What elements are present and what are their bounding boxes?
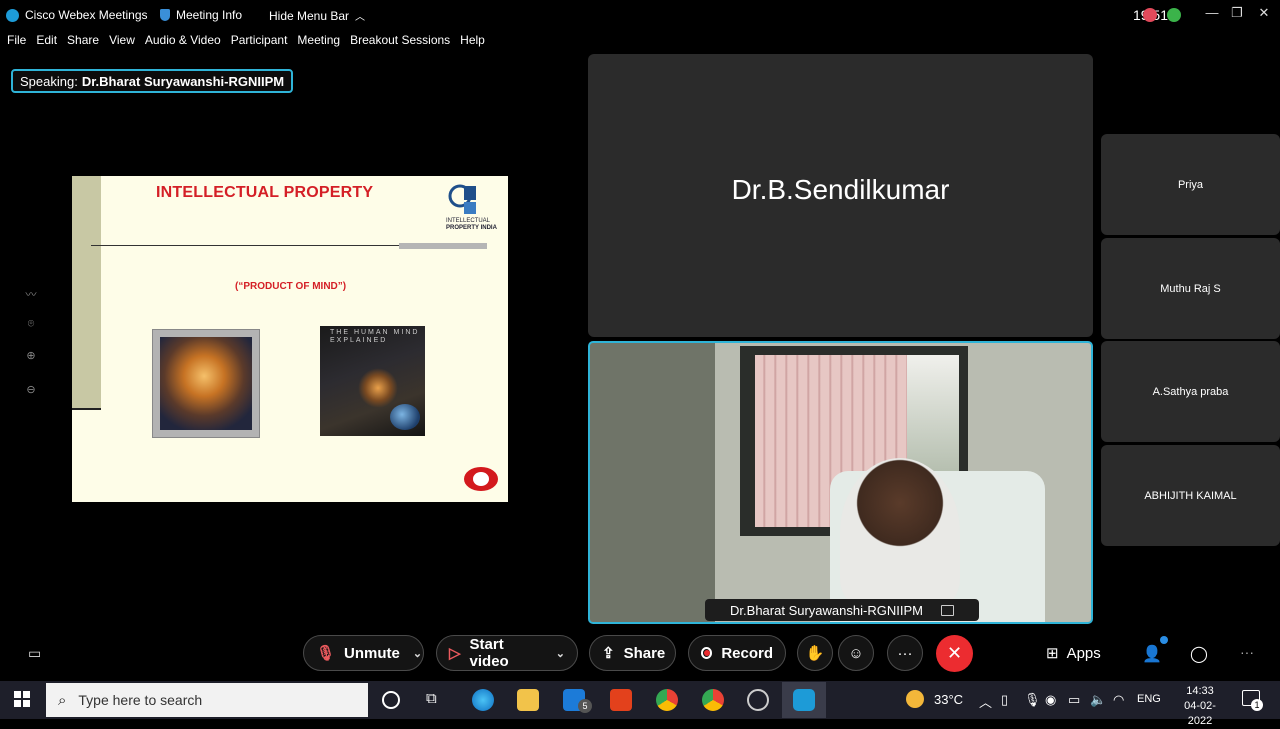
office-icon[interactable]	[610, 689, 632, 711]
webex-logo-icon	[6, 8, 19, 22]
file-explorer-icon[interactable]	[517, 689, 539, 711]
shield-icon	[160, 9, 170, 21]
windows-start-icon[interactable]	[14, 691, 30, 707]
menu-help[interactable]: Help	[460, 33, 485, 53]
meeting-controls: ▭ 🎙 Unmute ⌄ ▷ Start video ⌄ ⇪ Share Rec…	[0, 627, 1280, 681]
record-icon	[701, 647, 713, 659]
chevron-up-icon: ︿	[355, 12, 366, 23]
ip-india-logo: INTELLECTUAL PROPERTY INDIA	[446, 184, 502, 242]
webex-taskbar-active[interactable]	[782, 682, 826, 718]
share-icon: ⇪	[602, 645, 615, 662]
system-clock[interactable]: 14:33 04-02-2022	[1172, 684, 1228, 729]
active-speaker-indicator: Speaking: Dr.Bharat Suryawanshi-RGNIIPM	[11, 69, 294, 93]
battery-icon[interactable]: ▭	[1068, 692, 1080, 708]
chevron-down-icon[interactable]: ⌄	[556, 647, 565, 660]
menu-breakout-sessions[interactable]: Breakout Sessions	[350, 33, 450, 53]
maximize-button[interactable]: ❐	[1225, 5, 1249, 21]
search-icon: ⌕	[58, 691, 67, 709]
edge-browser-icon[interactable]	[472, 689, 494, 711]
meet-now-icon[interactable]: ▯	[1001, 692, 1008, 708]
network-health-icon	[1167, 8, 1181, 22]
chrome-profile-p-icon[interactable]	[656, 689, 678, 711]
apps-icon: ⊞	[1046, 645, 1059, 662]
zoom-in-icon[interactable]: ⊕	[24, 349, 38, 363]
share-screen-icon	[940, 604, 954, 616]
unmute-button[interactable]: 🎙 Unmute ⌄	[303, 635, 424, 671]
minimize-button[interactable]: —	[1200, 5, 1224, 20]
shared-slide: INTELLECTUAL PROPERTY INTELLECTUAL PROPE…	[72, 176, 508, 502]
muted-mic-icon: 🎙	[316, 645, 336, 662]
annotate-icon[interactable]: 〰	[24, 286, 38, 301]
leave-meeting-button[interactable]: ✕	[936, 635, 973, 672]
participants-icon[interactable]: 👤	[1142, 644, 1162, 664]
participant-tile[interactable]: Muthu Raj S	[1101, 238, 1280, 339]
close-window-button[interactable]: ✕	[1252, 5, 1276, 21]
captions-icon[interactable]: ▭	[28, 645, 41, 662]
language-indicator[interactable]: ENG	[1137, 693, 1161, 705]
chevron-down-icon[interactable]: ⌄	[413, 647, 422, 660]
menu-meeting[interactable]: Meeting	[297, 33, 340, 53]
record-button[interactable]: Record	[688, 635, 786, 671]
participant-name: Dr.B.Sendilkumar	[731, 174, 950, 205]
video-off-icon: ▷	[449, 645, 461, 662]
slide-rule	[91, 245, 399, 246]
meeting-info-button[interactable]: Meeting Info	[160, 8, 242, 22]
wifi-icon[interactable]: ◠	[1113, 692, 1124, 708]
brain-profile-image	[152, 329, 260, 438]
chat-icon[interactable]: ◯	[1190, 644, 1208, 664]
reactions-icon[interactable]: ☺	[838, 635, 874, 671]
participant-tile[interactable]: Priya	[1101, 134, 1280, 235]
menu-participant[interactable]: Participant	[231, 33, 288, 53]
notification-count: 1	[1251, 699, 1263, 711]
weather-temp[interactable]: 33°C	[934, 692, 963, 707]
menu-file[interactable]: File	[7, 33, 26, 53]
participant-tile[interactable]: ABHIJITH KAIMAL	[1101, 445, 1280, 546]
weather-icon[interactable]	[906, 690, 924, 708]
seal-logo-icon	[464, 467, 498, 491]
start-video-button[interactable]: ▷ Start video ⌄	[436, 635, 578, 671]
zoom-out-icon[interactable]: ⊖	[24, 383, 38, 397]
video-tile-active-speaker[interactable]: Dr.Bharat Suryawanshi-RGNIIPM	[588, 341, 1093, 624]
more-options-button[interactable]: ···	[887, 635, 923, 671]
close-icon: ✕	[946, 643, 963, 663]
slide-title: INTELLECTUAL PROPERTY	[156, 184, 374, 201]
remote-control-icon[interactable]: ⌾	[24, 318, 38, 332]
microphone-icon[interactable]: 🎙	[1024, 692, 1041, 708]
speaker-video	[840, 458, 960, 608]
menu-share[interactable]: Share	[67, 33, 99, 53]
show-hidden-icons[interactable]: ︿	[979, 692, 992, 711]
chrome-profile-icon[interactable]	[702, 689, 724, 711]
more-panels-icon[interactable]: ···	[1240, 644, 1254, 660]
apps-button[interactable]: ⊞ Apps	[1046, 644, 1101, 663]
webex-taskbar-icon	[793, 689, 815, 711]
webcam-icon[interactable]: ◉	[1045, 692, 1056, 708]
slide-rule-accent	[399, 243, 487, 249]
app-title: Cisco Webex Meetings	[6, 8, 148, 22]
menu-view[interactable]: View	[109, 33, 135, 53]
title-bar: Cisco Webex Meetings Meeting Info Hide M…	[0, 0, 1280, 30]
slide-subtitle: (“PRODUCT OF MIND”)	[235, 281, 347, 292]
mail-badge: 5	[578, 699, 592, 713]
menu-edit[interactable]: Edit	[36, 33, 57, 53]
notification-dot	[1160, 636, 1168, 644]
obs-icon[interactable]	[747, 689, 769, 711]
task-view-icon[interactable]: ⧉	[426, 690, 437, 707]
video-tile-main[interactable]: Dr.B.Sendilkumar	[588, 54, 1093, 337]
ip-india-logo-icon	[448, 184, 476, 214]
share-button[interactable]: ⇪ Share	[589, 635, 676, 671]
slide-left-bar	[72, 176, 101, 410]
recording-indicator-icon	[1143, 8, 1157, 22]
volume-icon[interactable]: 🔈	[1090, 692, 1106, 708]
menu-bar: File Edit Share View Audio & Video Parti…	[0, 33, 488, 53]
cortana-icon[interactable]	[382, 691, 400, 709]
menu-audio-video[interactable]: Audio & Video	[145, 33, 221, 53]
participant-tile[interactable]: A.Sathya praba	[1101, 341, 1280, 442]
taskbar-search-box[interactable]: ⌕ Type here to search	[46, 683, 368, 717]
book-cover-image: THE HUMAN MIND EXPLAINED	[320, 326, 425, 436]
video-name-label: Dr.Bharat Suryawanshi-RGNIIPM	[705, 599, 979, 621]
raise-hand-icon[interactable]: ✋	[797, 635, 833, 671]
hide-menu-bar-button[interactable]: Hide Menu Bar ︿	[269, 8, 366, 24]
